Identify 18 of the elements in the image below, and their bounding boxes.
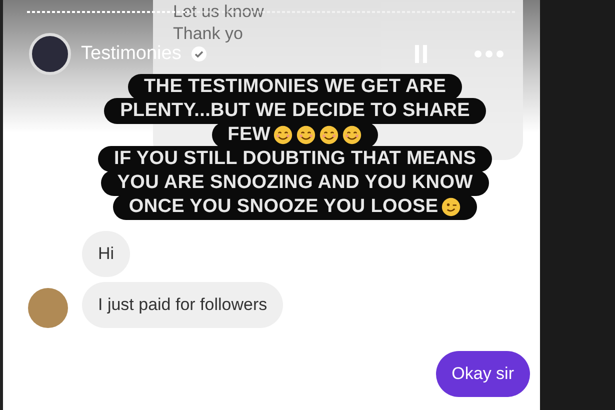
winking-face-icon [441, 197, 462, 217]
smiling-face-icon [273, 125, 294, 145]
message-bubble: Hi [82, 231, 130, 277]
message-bubble: Okay sir [436, 351, 530, 397]
message-bubble: I just paid for followers [82, 282, 284, 328]
message-text: Thank yo [173, 24, 243, 44]
pause-icon[interactable] [414, 45, 428, 63]
account-avatar[interactable] [29, 33, 71, 75]
caption-text: THE TESTIMONIES WE GET ARE [144, 76, 446, 98]
caption-text: YOU ARE SNOOZING AND YOU KNOW [117, 172, 473, 194]
smiling-face-icon [342, 125, 362, 145]
caption-text: FEW [228, 124, 270, 146]
caption-text: ONCE YOU SNOOZE YOU LOOSE [128, 196, 438, 218]
smiling-face-icon [296, 125, 316, 145]
more-options-icon[interactable] [474, 50, 504, 58]
caption-text: IF YOU STILL DOUBTING THAT MEANS [114, 148, 476, 170]
smiling-face-icon [319, 125, 340, 145]
caption-text: PLENTY...BUT WE DECIDE TO SHARE [120, 100, 470, 122]
